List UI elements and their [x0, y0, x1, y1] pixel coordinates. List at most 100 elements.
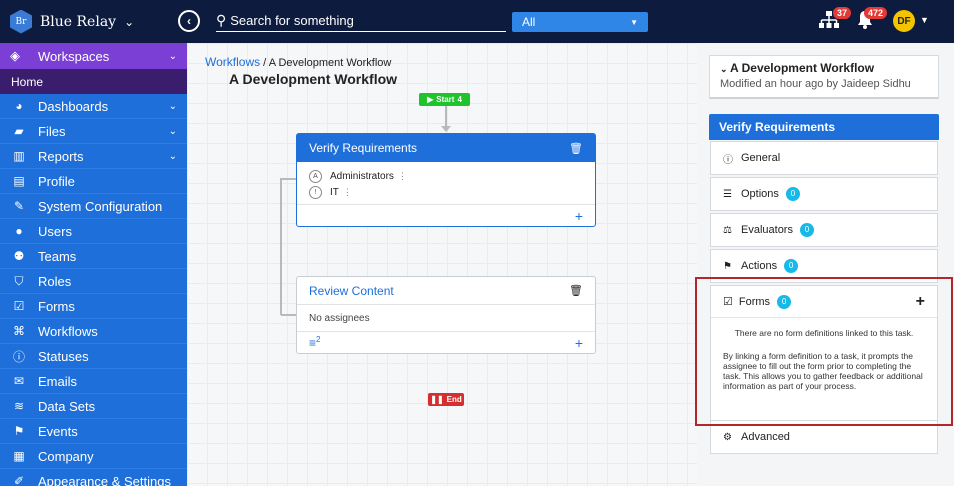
task-title: Verify Requirements	[309, 141, 418, 155]
section-general[interactable]: ⓘ General	[710, 141, 938, 175]
chevron-down-icon: ⌄	[168, 150, 177, 162]
add-assignee-button[interactable]: +	[575, 335, 583, 351]
user-icon: ●	[15, 224, 23, 238]
connector-line	[281, 178, 296, 180]
sidebar-item-label: Events	[38, 423, 78, 439]
assignee-row: A Administrators ⋮	[297, 168, 595, 184]
breadcrumb: Workflows / A Development Workflow	[205, 55, 391, 69]
add-assignee-button[interactable]: +	[575, 208, 583, 224]
assignee-avatar: A	[309, 169, 322, 183]
paint-icon: ✐	[13, 474, 25, 486]
app-switcher[interactable]: Br Blue Relay ⌄	[10, 9, 180, 34]
sidebar-item-label: Workflows	[38, 323, 98, 339]
section-options[interactable]: ☰ Options 0	[710, 177, 938, 211]
more-icon[interactable]: ⋮	[398, 171, 407, 182]
users-icon: ⚉	[13, 249, 25, 263]
task-title: Review Content	[309, 283, 394, 298]
assignee-row: ! IT ⋮	[297, 184, 595, 200]
section-label: General	[741, 152, 781, 164]
back-button[interactable]: ‹	[178, 10, 200, 32]
count-badge: 0	[785, 187, 800, 201]
section-label: Advanced	[741, 431, 790, 443]
sidebar-item-system-configuration[interactable]: ✎ System Configuration	[0, 194, 187, 219]
list-icon[interactable]: ≡2	[309, 335, 320, 350]
search-scope-select[interactable]: All ▼	[512, 12, 648, 32]
sidebar-item-workflows[interactable]: ⌘ Workflows	[0, 319, 187, 344]
chevron-down-icon: ⌄	[168, 100, 177, 112]
sidebar-workspaces[interactable]: ◈ Workspaces ⌄	[0, 43, 187, 69]
breadcrumb-workflows-link[interactable]: Workflows	[205, 55, 260, 69]
avatar[interactable]: DF	[893, 10, 915, 32]
start-node[interactable]: ▶ Start 4	[419, 93, 470, 106]
section-label: Actions	[741, 260, 778, 272]
app-name: Blue Relay	[40, 13, 117, 30]
play-icon: ▶	[427, 95, 434, 104]
connector-line	[280, 178, 282, 315]
end-node[interactable]: ❚❚ End	[428, 393, 464, 406]
task-node-verify-requirements[interactable]: Verify Requirements 🗑 A Administrators ⋮…	[296, 133, 596, 227]
more-icon[interactable]: ⋮	[343, 187, 352, 198]
sidebar-item-dashboards[interactable]: ◕ Dashboards ⌄	[0, 94, 187, 119]
caret-down-icon[interactable]: ▼	[920, 15, 929, 25]
sidebar-item-files[interactable]: ▰ Files ⌄	[0, 119, 187, 144]
trash-icon[interactable]: 🗑	[569, 142, 583, 155]
connector-line	[281, 314, 296, 316]
sidebar-item-forms[interactable]: ☑ Forms	[0, 294, 187, 319]
wrench-icon: ✎	[13, 199, 25, 213]
workflow-canvas[interactable]	[187, 43, 697, 486]
sidebar-item-label: Roles	[38, 273, 72, 289]
count-badge: 0	[799, 223, 814, 237]
sidebar-item-events[interactable]: ⚑ Events	[0, 419, 187, 444]
flag-icon: ⚑	[723, 260, 732, 272]
sidebar-item-reports[interactable]: ▥ Reports ⌄	[0, 144, 187, 169]
task-header[interactable]: Review Content 🗑	[297, 277, 595, 305]
sidebar-item-users[interactable]: ● Users	[0, 219, 187, 244]
sidebar-item-label: Statuses	[38, 348, 89, 364]
building-icon: ▦	[13, 449, 25, 463]
task-header[interactable]: Verify Requirements 🗑	[297, 134, 595, 162]
list-icon: ☰	[723, 188, 732, 200]
assignee-name: Administrators	[330, 170, 394, 182]
sidebar-item-roles[interactable]: ⛉ Roles	[0, 269, 187, 294]
sidebar-item-statuses[interactable]: ⓘ Statuses	[0, 344, 187, 369]
sidebar-item-company[interactable]: ▦ Company	[0, 444, 187, 469]
sidebar-item-appearance-settings[interactable]: ✐ Appearance & Settings	[0, 469, 187, 486]
sidebar-item-label: Company	[38, 448, 94, 464]
sidebar-item-teams[interactable]: ⚉ Teams	[0, 244, 187, 269]
sidebar-item-home[interactable]: Home	[0, 69, 187, 94]
sidebar-item-profile[interactable]: ▤ Profile	[0, 169, 187, 194]
folder-icon: ▰	[14, 124, 24, 138]
sidebar-item-emails[interactable]: ✉ Emails	[0, 369, 187, 394]
workflow-info-title[interactable]: ⌄ A Development Workflow	[720, 61, 928, 75]
sidebar: ◈ Workspaces ⌄ Home ◕ Dashboards ⌄ ▰ Files ⌄ ▥…	[0, 43, 187, 486]
stop-icon: ❚❚	[430, 395, 444, 404]
search-scope-value: All	[522, 15, 536, 29]
count-badge: 0	[784, 259, 799, 273]
assignee-avatar: !	[309, 185, 322, 199]
envelope-icon: ✉	[13, 374, 25, 388]
org-badge: 37	[833, 7, 852, 19]
search-placeholder: Search for something	[230, 13, 354, 28]
section-evaluators[interactable]: ⚖ Evaluators 0	[710, 213, 938, 247]
end-label: End	[446, 395, 462, 404]
search-input[interactable]: ⚲ Search for something	[216, 10, 506, 32]
info-icon: ⓘ	[723, 154, 733, 166]
trash-icon[interactable]: 🗑	[569, 284, 583, 297]
layers-icon: ◈	[10, 48, 20, 63]
sidebar-item-label: Teams	[38, 248, 77, 264]
scale-icon: ⚖	[723, 224, 732, 236]
breadcrumb-current: A Development Workflow	[268, 57, 392, 69]
info-icon: ⓘ	[12, 349, 25, 364]
sidebar-item-label: System Configuration	[38, 198, 163, 214]
shield-icon: ⛉	[14, 273, 24, 288]
sidebar-item-label: Emails	[38, 373, 78, 389]
workflow-title-text: A Development Workflow	[730, 61, 875, 75]
search-icon: ⚲	[216, 12, 227, 28]
breadcrumb-separator: /	[260, 57, 269, 69]
task-node-review-content[interactable]: Review Content 🗑 No assignees ≡2 +	[296, 276, 596, 354]
workflow-info-card: ⌄ A Development Workflow Modified an hou…	[709, 55, 939, 99]
list-count: 2	[316, 335, 321, 344]
sidebar-item-data-sets[interactable]: ≋ Data Sets	[0, 394, 187, 419]
database-icon: ≋	[13, 399, 25, 413]
id-card-icon: ▤	[13, 174, 25, 188]
